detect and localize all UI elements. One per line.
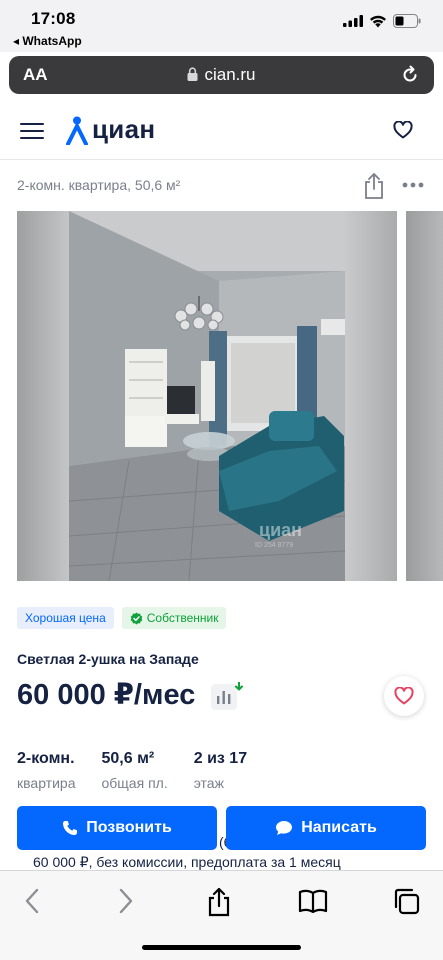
fact-rooms: 2-комн. квартира [17,750,75,791]
heart-icon [394,687,414,705]
listing-title: Светлая 2-ушка на Западе [17,651,199,667]
call-button-label: Позвонить [86,819,172,836]
photo-blur-left [17,211,69,581]
share-sheet-icon[interactable] [206,887,232,917]
share-icon[interactable] [362,172,386,200]
listing-facts: 2-комн. квартира 50,6 м² общая пл. 2 из … [17,750,273,791]
status-bar: 17:08 ◂ WhatsApp [0,0,443,52]
status-icons [343,14,421,28]
home-indicator [142,945,301,950]
forward-arrow-icon[interactable] [116,887,136,915]
signal-icon [343,15,363,27]
listing-subtitle: 2-комн. квартира, 50,6 м² [17,177,181,193]
price-terms-text: 60 000 ₽, без комиссии, предоплата за 1 … [33,854,341,870]
url-field[interactable]: cian.ru [9,65,434,85]
message-button-label: Написать [301,819,377,836]
favorites-heart-icon[interactable] [393,121,413,139]
reload-icon[interactable] [400,65,420,85]
good-price-label: Хорошая цена [25,611,106,625]
fact-area: 50,6 м² общая пл. [101,750,167,791]
add-to-favorites-button[interactable] [384,676,424,716]
bookmarks-icon[interactable] [298,889,328,913]
address-bar[interactable]: AA cian.ru [9,56,434,94]
more-options-icon[interactable] [402,182,424,188]
back-to-app-link[interactable]: ◂ WhatsApp [13,34,82,48]
battery-icon [393,14,421,28]
fact-floor: 2 из 17 этаж [194,750,247,791]
tabs-icon[interactable] [392,887,420,915]
fact-value: 50,6 м² [101,750,155,767]
fact-value: 2 из 17 [193,750,248,767]
photo-gallery[interactable]: циан ID 254 8779 [17,211,443,581]
call-button[interactable]: Позвонить [17,806,217,850]
listing-photo[interactable]: циан ID 254 8779 [17,211,397,581]
photo-watermark: циан [259,520,302,540]
wifi-icon [370,15,386,27]
menu-icon[interactable] [20,123,44,141]
price-terms: 60 000 ₽, без комиссии, предоплата за 1 … [17,850,427,870]
lock-icon [187,67,198,81]
fact-label: этаж [193,775,224,791]
room-photo-illustration: циан ID 254 8779 [69,211,345,581]
site-header: циан [0,104,443,160]
cian-logo-icon [66,116,88,145]
message-button[interactable]: Написать [226,806,426,850]
photo-blur-right [345,211,397,581]
url-domain: cian.ru [204,65,256,84]
listing-price: 60 000 ₽/мес [17,679,196,711]
back-arrow-icon[interactable] [22,887,42,915]
fact-value: 2-комн. [17,750,75,767]
chat-bubble-icon [276,821,293,835]
logo-text: циан [92,114,156,144]
status-time: 17:08 [31,9,76,28]
owner-label: Собственник [146,611,219,625]
photo-watermark-id: ID 254 8779 [255,542,293,549]
fact-label: общая пл. [101,775,168,791]
good-price-badge: Хорошая цена [17,607,114,629]
verified-check-icon [130,612,143,624]
owner-badge: Собственник [121,607,227,629]
fact-label: квартира [17,775,76,791]
phone-icon [63,821,78,835]
next-photo-preview[interactable] [406,211,443,581]
site-logo[interactable]: циан [66,114,155,145]
listing-subtitle-row: 2-комн. квартира, 50,6 м² [0,160,443,210]
price-history-icon[interactable] [211,682,243,710]
badges: Хорошая цена Собственник [17,607,227,629]
